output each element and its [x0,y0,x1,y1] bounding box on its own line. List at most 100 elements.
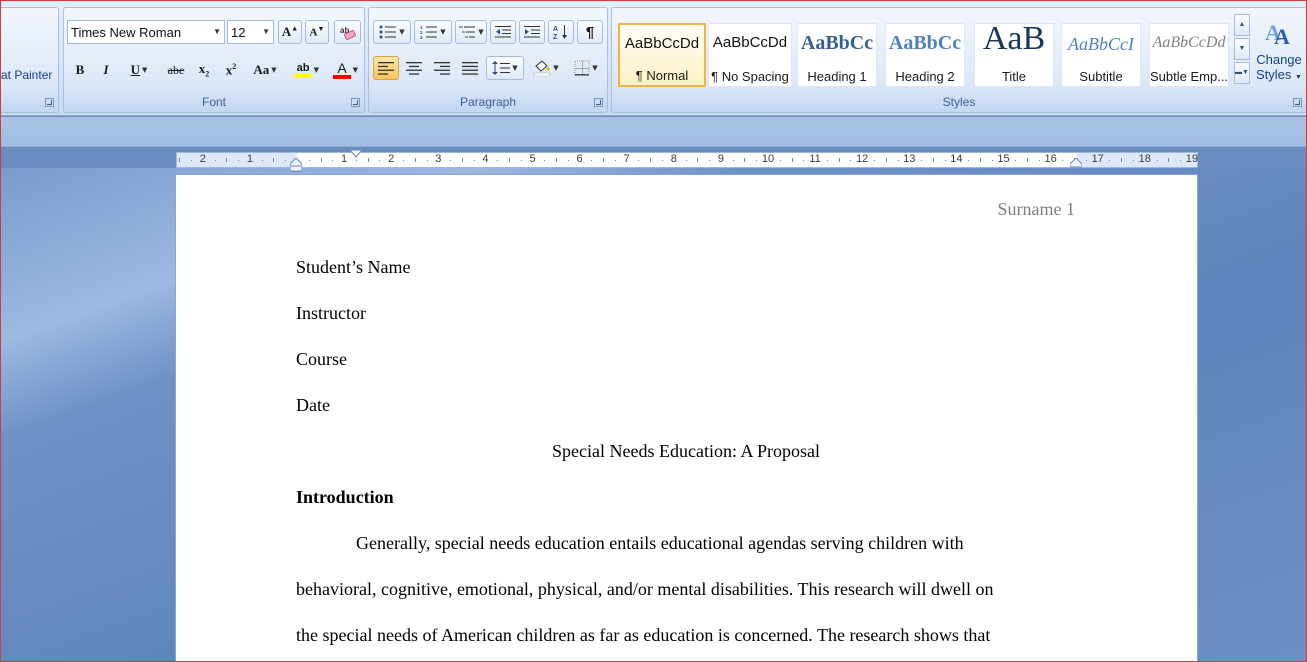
svg-text:A: A [553,26,558,33]
sort-button[interactable]: A Z [548,20,574,44]
chevron-down-icon: ▼ [553,64,559,72]
chevron-down-icon: ▼ [440,28,446,36]
ruler-tick [426,160,428,161]
strikethrough-button[interactable]: abe [163,58,189,82]
grow-font-button[interactable]: A▲ [278,20,302,44]
font-size-combo[interactable]: 12 ▼ [227,20,274,44]
style-normal[interactable]: AaBbCcDd ¶ Normal [618,23,706,87]
style-sample: AaB [982,20,1046,57]
course-line[interactable]: Course [296,349,347,370]
style-no-spacing[interactable]: AaBbCcDd ¶ No Spacing [708,23,792,87]
shrink-font-button[interactable]: A▼ [305,20,329,44]
right-indent-marker[interactable] [1070,158,1082,168]
superscript-button[interactable]: x2 [219,58,243,82]
ruler-tick [850,160,852,161]
font-name-combo[interactable]: Times New Roman ▼ [67,20,225,44]
ruler-tick [461,158,463,162]
change-styles-button[interactable]: A A Change Styles ▼ [1253,12,1305,92]
student-name-line[interactable]: Student’s Name [296,257,411,278]
date-line[interactable]: Date [296,395,330,416]
font-color-button[interactable]: A ▼ [323,58,361,82]
font-color-icon: A [333,61,351,79]
horizontal-ruler[interactable]: 2 1 1 2 3 4 5 6 7 8 9 10 11 12 13 14 15 16 17 18 19 [176,150,1198,172]
ruler-number: 7 [623,153,630,165]
ruler-tick [556,158,558,162]
ribbon: at Painter Times New Roman ▼ 12 ▼ A▲ A▼ … [0,0,1307,116]
ruler-tick [979,158,981,162]
hanging-indent-marker[interactable] [290,158,302,172]
eraser-icon: ab [340,26,356,40]
ruler-tick [591,160,593,161]
styles-dialog-launcher[interactable] [1293,98,1302,107]
subscript-button[interactable]: x2 [192,58,216,82]
multilevel-list-button[interactable]: ▼ [455,20,487,44]
chevron-up-icon: ▲ [1238,21,1246,28]
style-heading-2[interactable]: AaBbCc Heading 2 [885,23,965,87]
clipboard-dialog-launcher[interactable] [45,98,54,107]
ruler-tick [944,160,946,161]
font-dialog-launcher[interactable] [351,98,360,107]
numbering-button[interactable]: 1 2 3 ▼ [414,20,452,44]
ruler-tick [332,160,334,161]
chevron-down-icon: ▼ [271,66,277,74]
align-left-button[interactable] [373,56,399,80]
ruler-tick [921,160,923,161]
change-case-button[interactable]: Aa ▼ [248,58,282,82]
chevron-down-icon: ▼ [313,66,319,74]
gallery-more-button[interactable]: ▬▼ [1234,62,1250,84]
clear-formatting-button[interactable]: ab [334,20,361,44]
document-title[interactable]: Special Needs Education: A Proposal [296,441,1076,462]
italic-button[interactable]: I [95,58,117,82]
font-group-label: Font [201,95,226,109]
chevron-down-icon: ▼ [142,66,148,74]
gallery-scroll-down-button[interactable]: ▼ [1234,38,1250,60]
underline-icon: U [130,62,140,77]
paragraph-group-label: Paragraph [459,95,517,109]
ruler-tick [662,160,664,161]
sort-icon: A Z [553,25,567,40]
ruler-number: 4 [482,153,489,165]
style-subtle-emphasis[interactable]: AaBbCcDd Subtle Emp... [1149,23,1229,87]
increase-indent-button[interactable] [519,20,545,44]
ruler-tick [497,160,499,161]
page-header[interactable]: Surname 1 [998,199,1075,220]
ruler-tick [379,160,381,161]
svg-text:A: A [1274,24,1290,49]
italic-icon: I [103,62,109,77]
bold-button[interactable]: B [69,58,91,82]
body-line-2[interactable]: behavioral, cognitive, emotional, physic… [296,579,994,600]
multilevel-list-icon [459,26,476,38]
body-line-1[interactable]: Generally, special needs education entai… [356,533,964,554]
ruler-tick [308,160,310,161]
shading-button[interactable]: ▼ [527,56,565,80]
line-spacing-button[interactable]: ▼ [486,56,524,80]
first-line-indent-marker[interactable] [350,150,362,158]
style-subtitle[interactable]: AaBbCcI Subtitle [1061,23,1141,87]
align-center-button[interactable] [401,56,427,80]
borders-button[interactable]: ▼ [567,56,605,80]
style-title[interactable]: AaB Title [974,20,1054,87]
introduction-heading[interactable]: Introduction [296,487,394,508]
bullets-button[interactable]: ▼ [373,20,411,44]
styles-group-label: Styles [942,95,976,109]
underline-button[interactable]: U ▼ [122,58,156,82]
justify-button[interactable] [457,56,483,80]
document-page[interactable]: Surname 1 Student’s Name Instructor Cour… [176,175,1197,662]
decrease-indent-button[interactable] [490,20,516,44]
align-right-button[interactable] [429,56,455,80]
ruler-tick [826,160,828,161]
ruler-tick [402,160,404,161]
show-formatting-marks-button[interactable]: ¶ [577,20,603,44]
gallery-scroll-up-button[interactable]: ▲ [1234,14,1250,36]
ruler-tick [508,158,510,162]
style-heading-1[interactable]: AaBbCc Heading 1 [797,23,877,87]
format-painter-button[interactable]: at Painter [1,68,52,82]
ruler-number: 2 [199,153,206,165]
ruler-tick [1027,158,1029,162]
ruler-number: 13 [903,153,916,165]
paragraph-dialog-launcher[interactable] [594,98,603,107]
text-highlight-button[interactable]: ab ▼ [284,58,322,82]
ruler-number: 3 [435,153,442,165]
body-line-3[interactable]: the special needs of American children a… [296,625,990,646]
instructor-line[interactable]: Instructor [296,303,366,324]
